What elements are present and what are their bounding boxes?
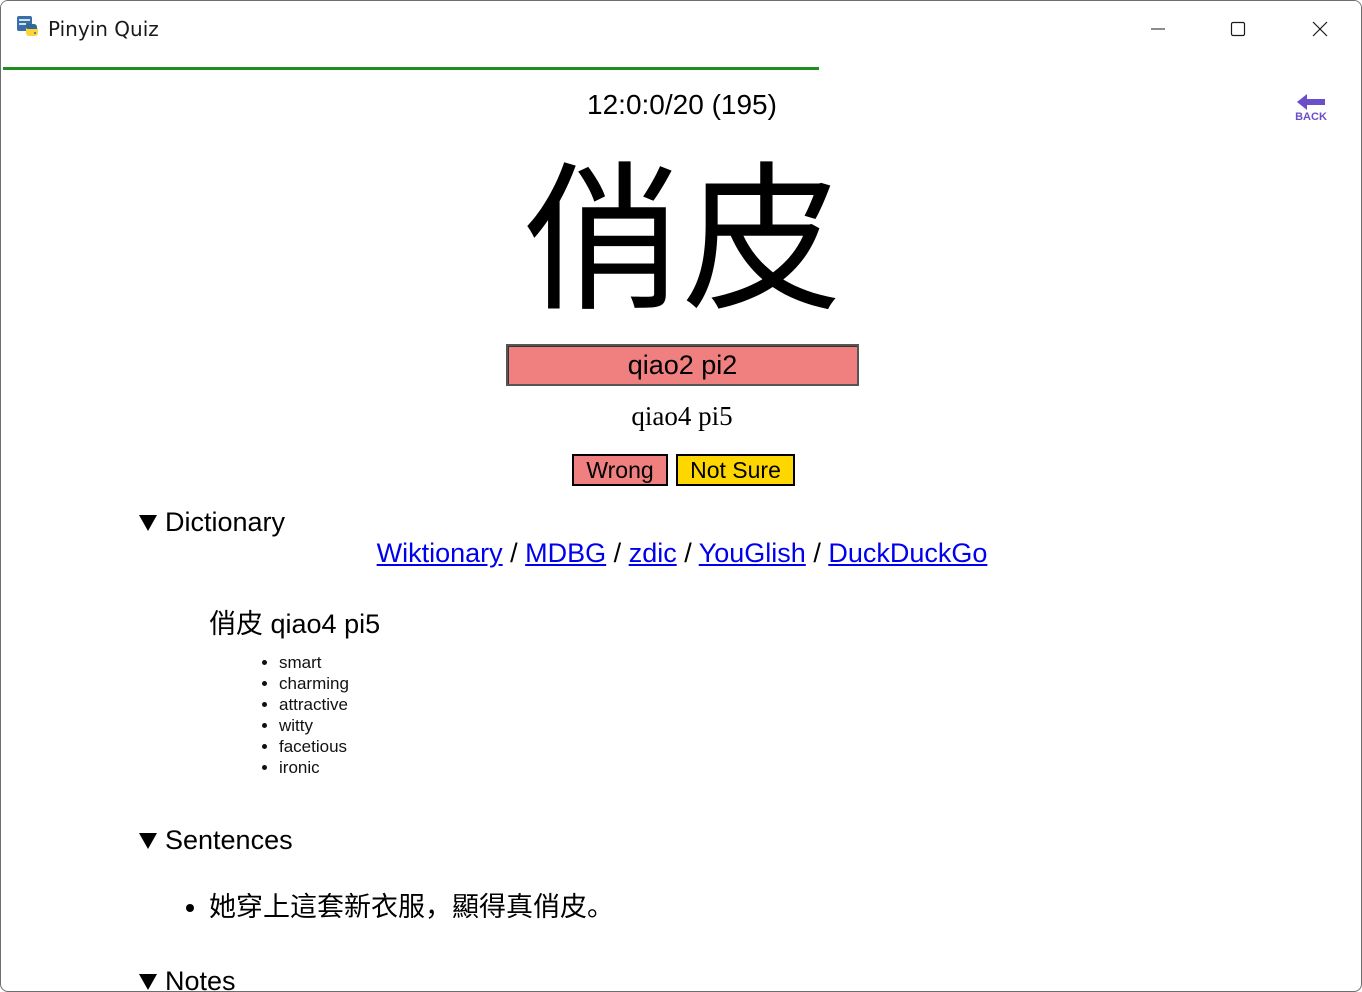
sentences-toggle[interactable]: Sentences [139,825,293,856]
dictionary-toggle[interactable]: Dictionary [139,507,285,538]
back-button[interactable]: BACK [1289,93,1333,129]
quiz-counter: 12:0:0/20 (195) [587,89,777,120]
disclosure-triangle-icon [139,514,157,531]
minimize-button[interactable] [1118,1,1198,57]
link-wiktionary[interactable]: Wiktionary [377,538,503,568]
link-separator: / [676,538,699,568]
link-duckduckgo[interactable]: DuckDuckGo [828,538,987,568]
meaning-item: facetious [279,736,349,757]
maximize-button[interactable] [1198,1,1278,57]
quiz-progress-bar [3,67,819,70]
sentence-item: 她穿上這套新衣服，顯得真俏皮。 [209,885,614,924]
close-icon [1312,21,1328,37]
quiz-character: 俏皮 [521,147,842,334]
notes-toggle[interactable]: Notes [139,966,236,992]
wrong-button[interactable]: Wrong [572,454,668,486]
minimize-icon [1151,28,1165,30]
close-button[interactable] [1280,1,1360,57]
dictionary-summary-label: Dictionary [165,507,286,537]
dictionary-entry-heading: 俏皮 qiao4 pi5 [209,609,381,639]
not-sure-button[interactable]: Not Sure [676,454,795,486]
maximize-icon [1230,21,1246,37]
back-label: BACK [1295,111,1327,123]
sentences-list: 她穿上這套新衣服，顯得真俏皮。 [169,885,614,924]
back-arrow-icon [1297,94,1325,110]
window-title: Pinyin Quiz [48,17,159,41]
app-window: Pinyin Quiz 12:0:0/20 (195) BACK 俏皮 qiao… [0,0,1362,992]
meaning-item: ironic [279,757,349,778]
disclosure-triangle-icon [139,832,157,849]
sentences-summary-label: Sentences [165,825,293,855]
dictionary-links: Wiktionary / MDBG / zdic / YouGlish / Du… [1,538,1361,569]
python-app-icon [16,15,40,39]
disclosure-triangle-icon [139,973,157,990]
link-separator: / [606,538,629,568]
link-zdic[interactable]: zdic [629,538,677,568]
link-youglish[interactable]: YouGlish [699,538,806,568]
link-mdbg[interactable]: MDBG [525,538,606,568]
correct-pinyin: qiao4 pi5 [631,401,733,431]
pinyin-answer-input[interactable] [506,344,859,386]
meaning-item: smart [279,652,349,673]
meaning-item: witty [279,715,349,736]
meaning-item: charming [279,673,349,694]
title-bar[interactable]: Pinyin Quiz [1,1,1361,57]
meanings-list: smart charming attractive witty facetiou… [239,652,349,778]
link-separator: / [805,538,829,568]
answer-buttons: Wrong Not Sure [572,454,795,486]
meaning-item: attractive [279,694,349,715]
link-separator: / [502,538,526,568]
notes-summary-label: Notes [165,966,236,992]
